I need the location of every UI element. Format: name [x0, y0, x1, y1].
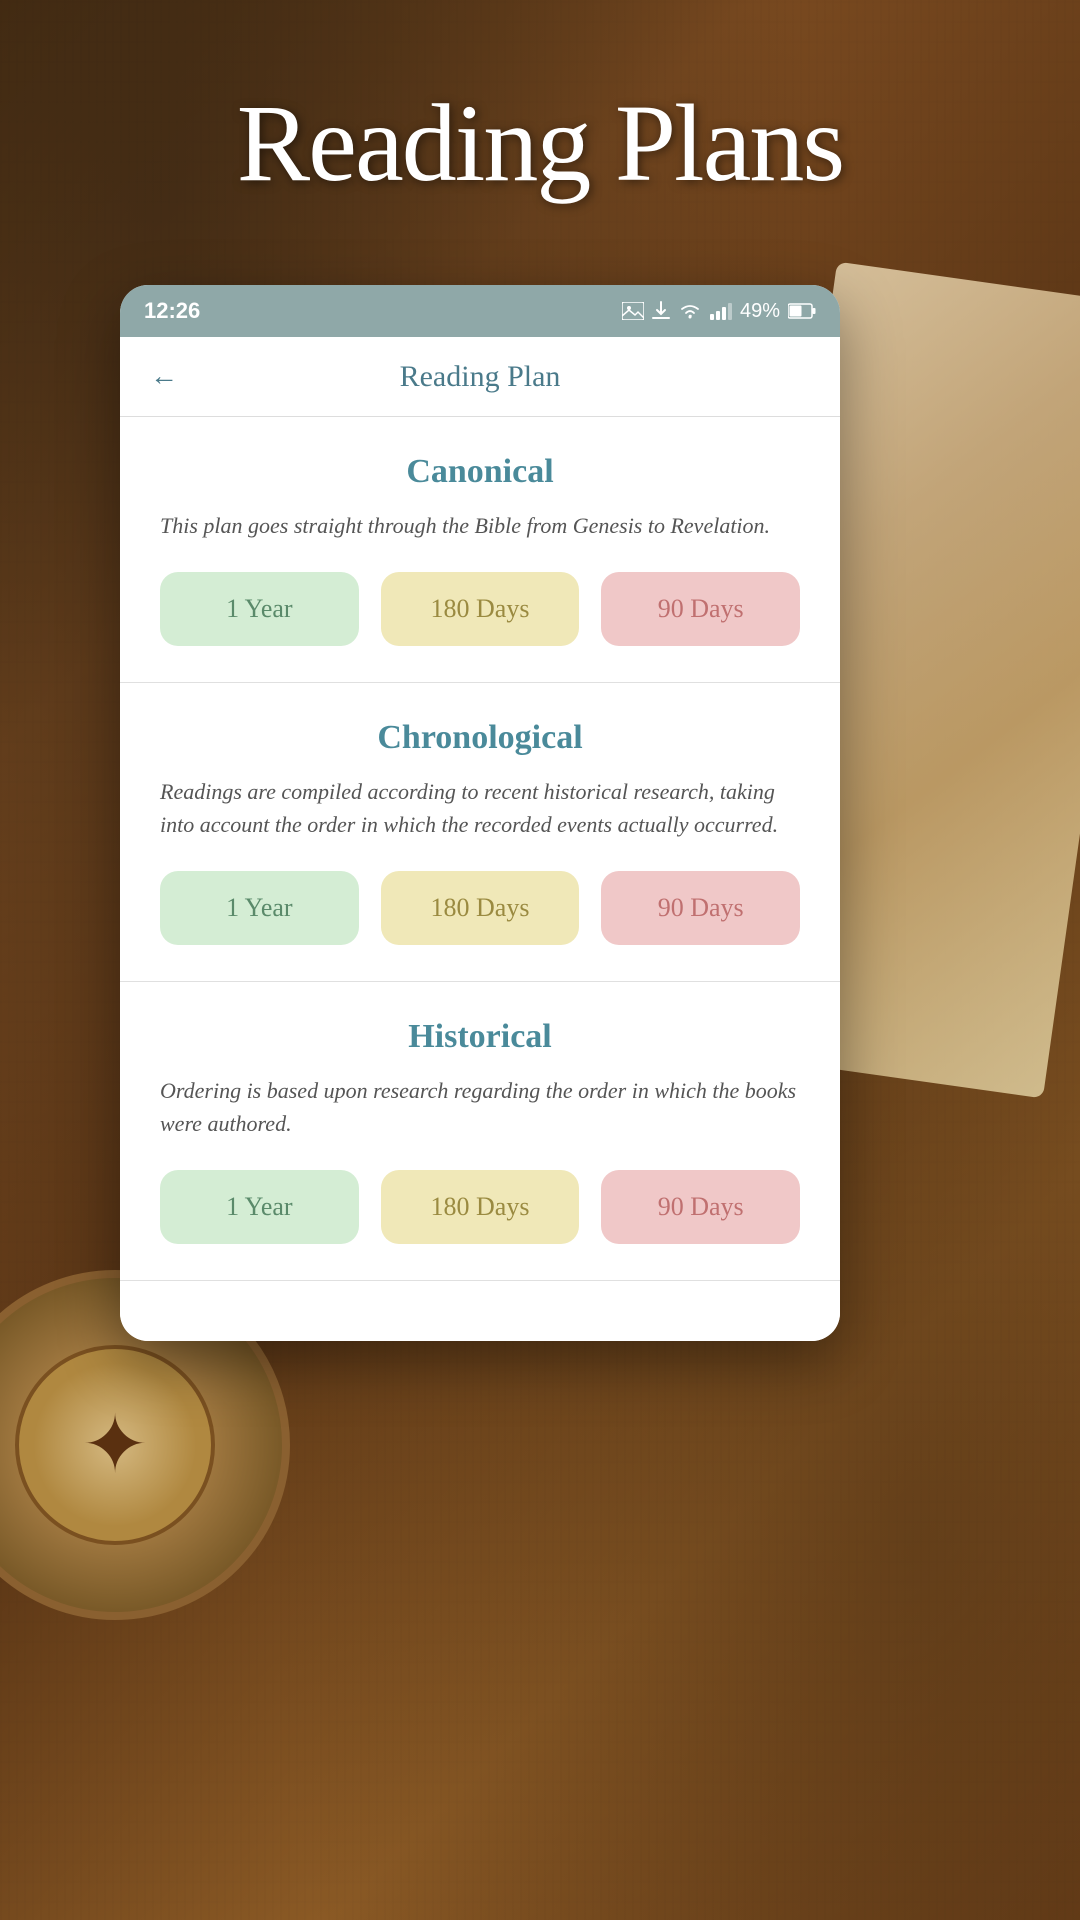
canonical-description: This plan goes straight through the Bibl…: [160, 509, 800, 542]
historical-1year-button[interactable]: 1 Year: [160, 1170, 359, 1244]
back-button[interactable]: ←: [150, 361, 178, 393]
canonical-section: Canonical This plan goes straight throug…: [120, 417, 840, 683]
header-title: Reading Plan: [400, 360, 561, 394]
chronological-description: Readings are compiled according to recen…: [160, 775, 800, 841]
historical-180days-button[interactable]: 180 Days: [381, 1170, 580, 1244]
battery-text: 49%: [740, 300, 780, 323]
chronological-section: Chronological Readings are compiled acco…: [120, 683, 840, 982]
status-icons-group: 49%: [622, 300, 816, 323]
scroll-content: Canonical This plan goes straight throug…: [120, 417, 840, 1341]
historical-section: Historical Ordering is based upon resear…: [120, 982, 840, 1281]
historical-90days-button[interactable]: 90 Days: [601, 1170, 800, 1244]
canonical-title: Canonical: [160, 453, 800, 491]
status-bar: 12:26: [120, 285, 840, 337]
historical-description: Ordering is based upon research regardin…: [160, 1074, 800, 1140]
download-icon: [652, 301, 670, 321]
canonical-buttons: 1 Year 180 Days 90 Days: [160, 572, 800, 646]
app-header: ← Reading Plan: [120, 337, 840, 417]
phone-frame: 12:26: [120, 285, 840, 1341]
battery-icon: [788, 303, 816, 319]
image-icon: [622, 302, 644, 320]
page-title: Reading Plans: [0, 80, 1080, 207]
chronological-buttons: 1 Year 180 Days 90 Days: [160, 871, 800, 945]
compass-inner: ✦: [15, 1345, 215, 1545]
signal-icon: [710, 302, 732, 320]
chronological-title: Chronological: [160, 719, 800, 757]
status-time: 12:26: [144, 298, 200, 324]
chronological-1year-button[interactable]: 1 Year: [160, 871, 359, 945]
historical-title: Historical: [160, 1018, 800, 1056]
historical-buttons: 1 Year 180 Days 90 Days: [160, 1170, 800, 1244]
chronological-90days-button[interactable]: 90 Days: [601, 871, 800, 945]
canonical-90days-button[interactable]: 90 Days: [601, 572, 800, 646]
bottom-spacer: [120, 1281, 840, 1341]
wifi-icon: [678, 302, 702, 320]
chronological-180days-button[interactable]: 180 Days: [381, 871, 580, 945]
canonical-1year-button[interactable]: 1 Year: [160, 572, 359, 646]
canonical-180days-button[interactable]: 180 Days: [381, 572, 580, 646]
